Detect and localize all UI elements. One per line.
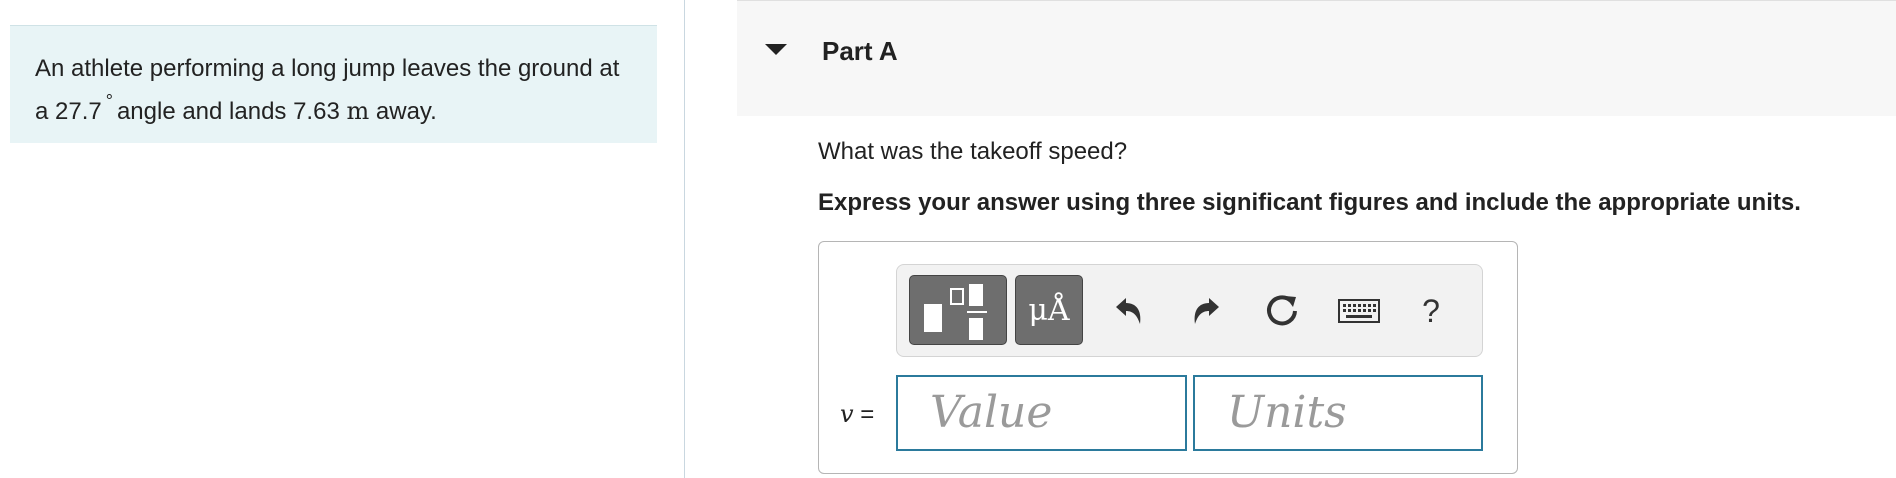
undo-icon bbox=[1116, 298, 1141, 324]
redo-button[interactable] bbox=[1181, 283, 1231, 339]
units-input[interactable]: Units bbox=[1193, 375, 1483, 451]
math-toolbar: μÅ ? bbox=[896, 264, 1483, 357]
problem-text-middle: angle and lands 7.63 bbox=[116, 98, 340, 125]
problem-panel: An athlete performing a long jump leaves… bbox=[0, 0, 684, 478]
degree-symbol: ° bbox=[105, 91, 113, 111]
redo-icon bbox=[1194, 298, 1219, 324]
symbols-button[interactable]: μÅ bbox=[1015, 275, 1083, 345]
value-input[interactable]: Value bbox=[896, 375, 1187, 451]
problem-statement: An athlete performing a long jump leaves… bbox=[35, 53, 635, 128]
distance-unit: m bbox=[346, 97, 370, 125]
question-text: What was the takeoff speed? bbox=[818, 138, 1128, 165]
collapse-caret-icon[interactable] bbox=[765, 44, 787, 55]
undo-button[interactable] bbox=[1104, 283, 1154, 339]
part-header[interactable]: Part A bbox=[737, 0, 1896, 116]
problem-text-after: away. bbox=[375, 98, 437, 125]
variable-symbol: v bbox=[840, 400, 854, 428]
reset-icon bbox=[1267, 295, 1297, 326]
equals-sign: = bbox=[860, 401, 875, 428]
instruction-text: Express your answer using three signific… bbox=[818, 189, 1801, 216]
keyboard-button[interactable] bbox=[1334, 283, 1384, 339]
reset-button[interactable] bbox=[1257, 283, 1307, 339]
column-divider bbox=[684, 0, 685, 478]
keyboard-icon bbox=[1338, 299, 1380, 323]
help-button[interactable]: ? bbox=[1406, 283, 1456, 339]
answer-box: μÅ ? v = Value Units bbox=[818, 241, 1518, 474]
part-title: Part A bbox=[822, 36, 898, 66]
templates-button[interactable] bbox=[909, 275, 1007, 345]
variable-label: v = bbox=[840, 400, 874, 429]
templates-icon bbox=[924, 284, 987, 340]
problem-statement-box: An athlete performing a long jump leaves… bbox=[10, 25, 657, 143]
